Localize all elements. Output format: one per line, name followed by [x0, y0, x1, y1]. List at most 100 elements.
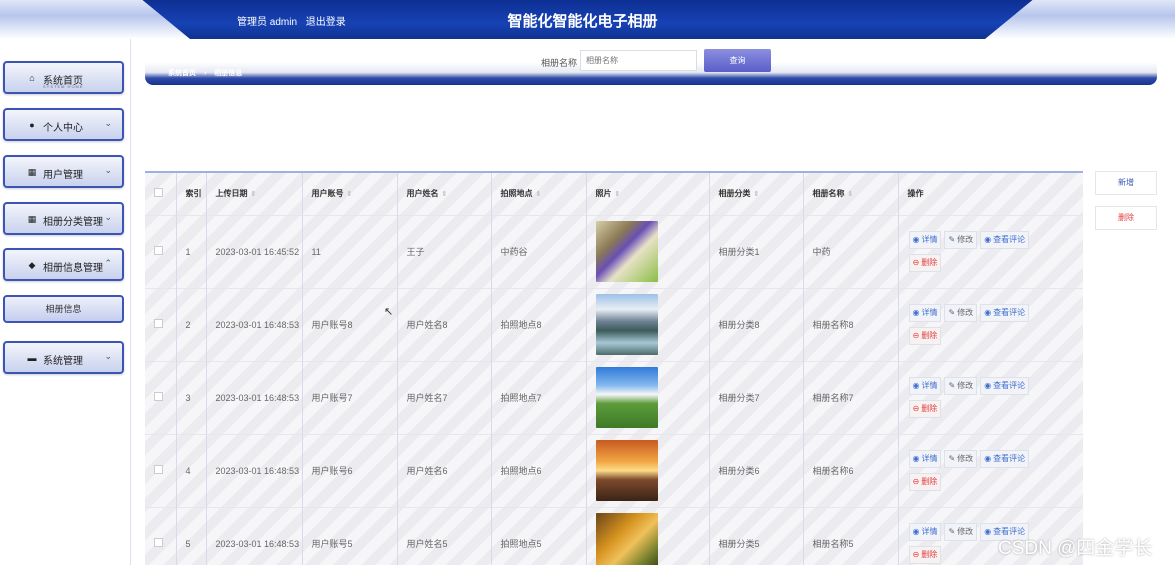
detail-label: 详情 — [921, 380, 938, 390]
eye-icon: ◉ — [984, 234, 992, 244]
detail-button[interactable]: ◉ 详情 — [908, 303, 942, 322]
edit-button[interactable]: ✎ 修改 — [944, 522, 978, 541]
cell-account: 11 — [302, 214, 398, 288]
sidebar-item-users[interactable]: ▦ 用户管理 ⌄ — [3, 155, 124, 188]
row-checkbox[interactable] — [154, 245, 163, 255]
photo-green-hills[interactable] — [595, 367, 658, 428]
table-row: 1 2023-03-01 16:45:52 11 王子 中药谷 相册分类1 中药… — [145, 214, 1083, 288]
sort-icon[interactable]: ⇕ — [347, 191, 353, 198]
view-comments-button[interactable]: ◉ 查看评论 — [980, 303, 1030, 322]
minus-circle-icon: ⊖ — [912, 403, 920, 413]
sidebar-item-profile[interactable]: ● 个人中心 ⌄ — [3, 108, 124, 141]
delete-button[interactable]: ⊖ 删除 — [908, 326, 942, 345]
detail-button[interactable]: ◉ 详情 — [908, 522, 942, 541]
edit-button[interactable]: ✎ 修改 — [944, 303, 978, 322]
edit-button[interactable]: ✎ 修改 — [944, 376, 978, 395]
view-comments-button[interactable]: ◉ 查看评论 — [980, 230, 1030, 249]
sidebar-item-label: 个人中心 — [43, 123, 83, 134]
sort-icon[interactable]: ⇕ — [848, 191, 854, 198]
table-row: 2 2023-03-01 16:48:53 用户账号8 用户姓名8 拍照地点8 … — [145, 287, 1083, 361]
detail-label: 详情 — [921, 526, 938, 536]
row-checkbox[interactable] — [154, 391, 163, 401]
col-date[interactable]: 上传日期 ⇕ — [206, 173, 303, 215]
breadcrumb-home[interactable]: 系统首页 — [168, 70, 196, 77]
col-album[interactable]: 相册名称 ⇕ — [803, 173, 899, 215]
col-account[interactable]: 用户账号 ⇕ — [302, 173, 398, 215]
photo-sunset-sea[interactable] — [595, 440, 658, 501]
minus-circle-icon: ⊖ — [912, 549, 920, 559]
cell-album: 相册名称8 — [803, 287, 899, 361]
cell-account: 用户账号6 — [302, 433, 398, 507]
cell-index: 2 — [176, 287, 207, 361]
sidebar-item-album-info[interactable]: ◆ 相册信息管理 ⌃ — [3, 248, 124, 281]
row-select-cell — [145, 287, 177, 361]
sidebar-subitem-album-info[interactable]: 相册信息 — [3, 295, 124, 323]
cell-album: 中药 — [803, 214, 899, 288]
col-category-label: 相册分类 — [718, 189, 751, 199]
delete-button[interactable]: ⊖ 删除 — [908, 472, 942, 491]
delete-label: 删除 — [921, 257, 938, 267]
cell-name: 用户姓名8 — [397, 287, 492, 361]
detail-button[interactable]: ◉ 详情 — [908, 376, 942, 395]
search-label: 相册名称 — [541, 58, 578, 68]
row-checkbox[interactable] — [154, 537, 163, 547]
detail-button[interactable]: ◉ 详情 — [908, 230, 942, 249]
photo-autumn-path[interactable] — [595, 513, 658, 565]
col-account-label: 用户账号 — [311, 189, 344, 199]
sort-icon[interactable]: ⇕ — [442, 191, 448, 198]
delete-label: 删除 — [921, 403, 938, 413]
chevron-up-icon: ⌃ — [104, 258, 112, 268]
col-category[interactable]: 相册分类 ⇕ — [709, 173, 804, 215]
comments-label: 查看评论 — [993, 453, 1026, 463]
view-comments-button[interactable]: ◉ 查看评论 — [980, 449, 1030, 468]
cell-place: 拍照地点8 — [491, 287, 587, 361]
cell-place: 中药谷 — [491, 214, 587, 288]
batch-delete-button[interactable]: 删除 — [1095, 206, 1157, 230]
cell-name: 用户姓名6 — [397, 433, 492, 507]
delete-button[interactable]: ⊖ 删除 — [908, 253, 942, 272]
select-all-checkbox[interactable] — [154, 188, 163, 198]
sidebar-item-home[interactable]: ⌂ 系统首页 SYSTEM HOME — [3, 61, 124, 94]
col-album-label: 相册名称 — [812, 189, 845, 199]
photo-purple-flower[interactable] — [595, 221, 658, 282]
watermark: CSDN @四金学长 — [998, 538, 1153, 559]
view-comments-button[interactable]: ◉ 查看评论 — [980, 376, 1030, 395]
col-place-label: 拍照地点 — [500, 189, 533, 199]
cell-name: 用户姓名7 — [397, 360, 492, 434]
row-checkbox[interactable] — [154, 318, 163, 328]
user-icon: ● — [29, 120, 35, 130]
eye-icon: ◉ — [984, 307, 992, 317]
grid-icon: ▦ — [27, 167, 37, 177]
breadcrumb-current: 相册信息 — [214, 70, 243, 77]
edit-button[interactable]: ✎ 修改 — [944, 230, 978, 249]
eye-icon: ◉ — [984, 380, 992, 390]
top-header: 管理员 admin 退出登录 智能化智能化电子相册 — [0, 0, 1175, 39]
delete-button[interactable]: ⊖ 删除 — [908, 545, 942, 564]
sidebar-item-system[interactable]: ▬ 系统管理 ⌄ — [3, 341, 124, 374]
edit-button[interactable]: ✎ 修改 — [944, 449, 978, 468]
eye-icon: ◉ — [984, 453, 992, 463]
breadcrumb-separator: › — [203, 70, 207, 77]
delete-button[interactable]: ⊖ 删除 — [908, 399, 942, 418]
sort-icon[interactable]: ⇕ — [251, 191, 257, 198]
sidebar-item-album-category[interactable]: ▦ 相册分类管理 ⌄ — [3, 202, 124, 235]
pencil-icon: ✎ — [948, 234, 956, 244]
photo-mountain-lake[interactable] — [595, 294, 658, 355]
eye-icon: ◉ — [984, 526, 992, 536]
search-input[interactable] — [580, 50, 697, 71]
chat-icon: ▬ — [27, 353, 37, 363]
eye-icon: ◉ — [912, 380, 920, 390]
col-name[interactable]: 用户姓名 ⇕ — [397, 173, 492, 215]
sort-icon[interactable]: ⇕ — [615, 191, 621, 198]
edit-label: 修改 — [957, 526, 974, 536]
col-photo[interactable]: 照片 ⇕ — [586, 173, 710, 215]
cell-index: 4 — [176, 433, 207, 507]
minus-circle-icon: ⊖ — [912, 476, 920, 486]
add-button[interactable]: 新增 — [1095, 171, 1157, 195]
col-place[interactable]: 拍照地点 ⇕ — [491, 173, 587, 215]
detail-button[interactable]: ◉ 详情 — [908, 449, 942, 468]
sort-icon[interactable]: ⇕ — [536, 191, 542, 198]
sort-icon[interactable]: ⇕ — [754, 191, 760, 198]
row-checkbox[interactable] — [154, 464, 163, 474]
search-button[interactable]: 查询 — [704, 49, 771, 72]
